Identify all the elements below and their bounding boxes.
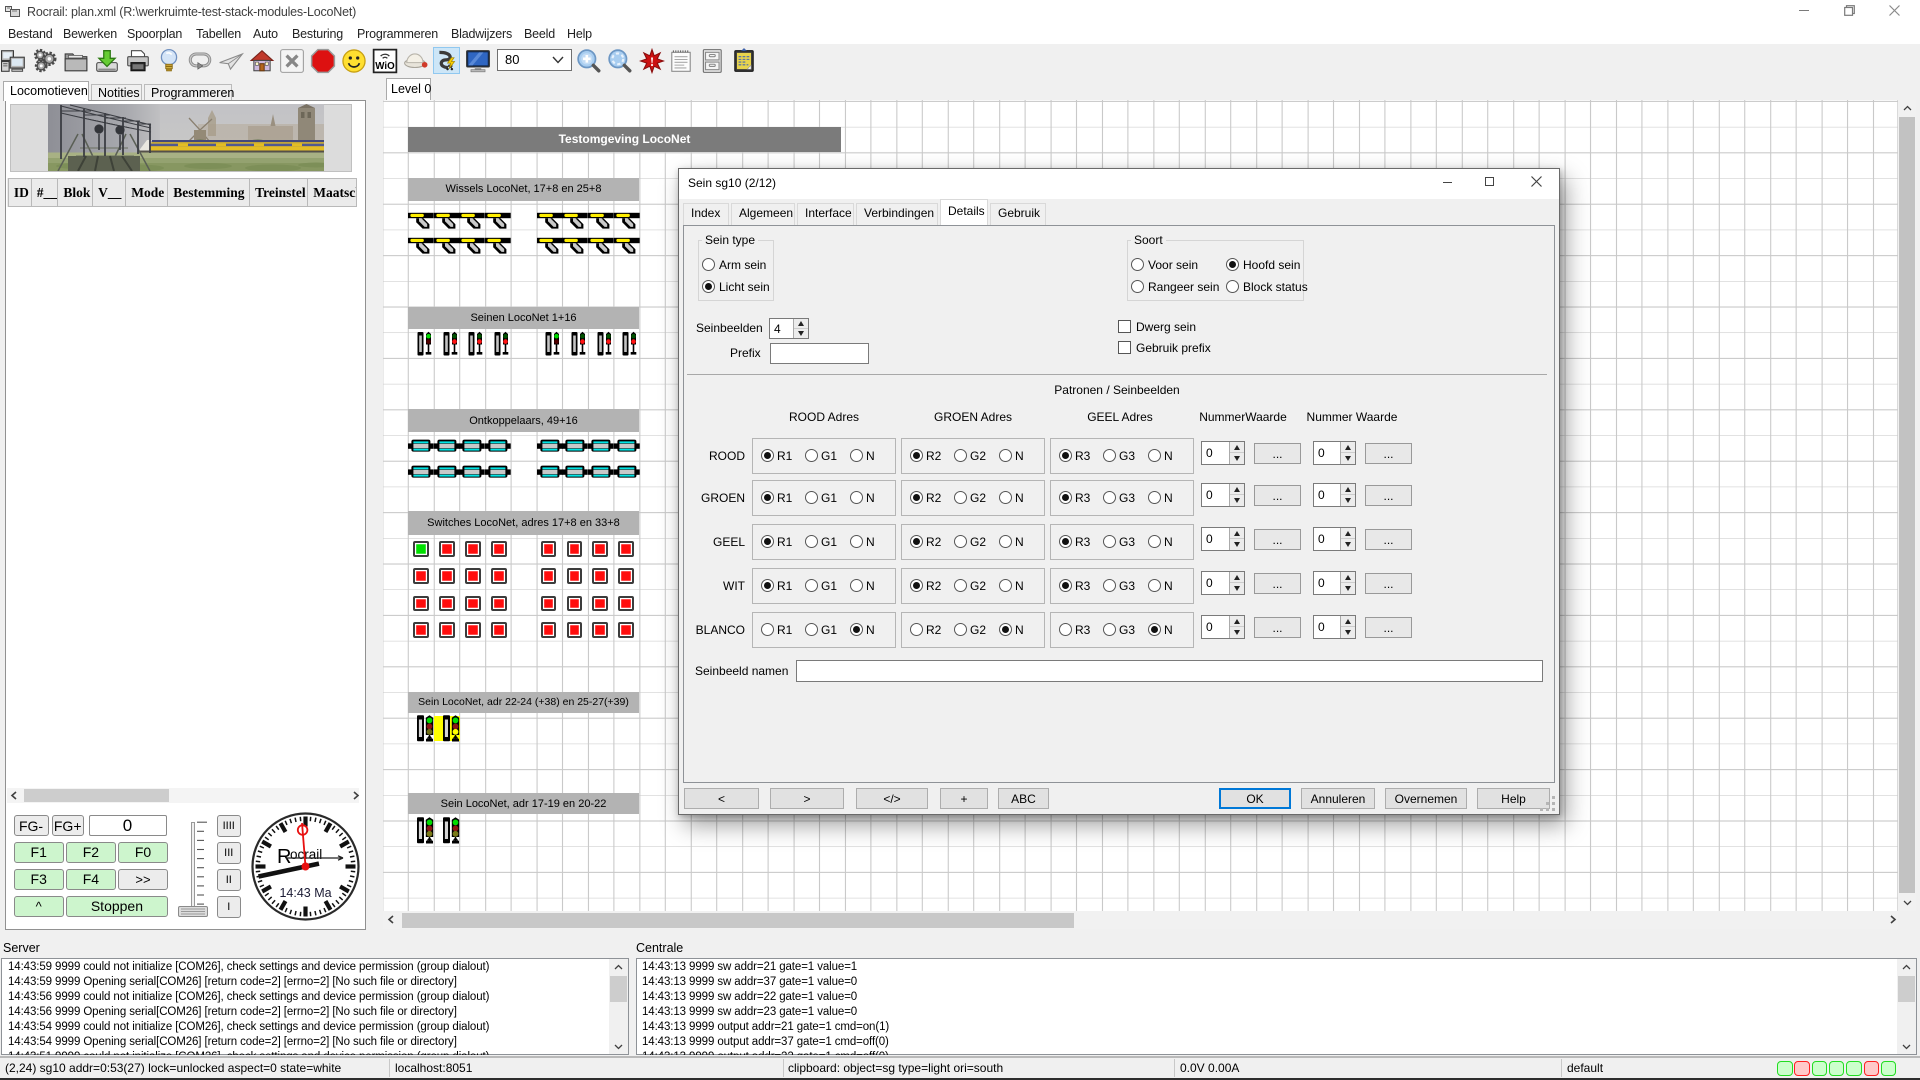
svg-text:14:43 Ma: 14:43 Ma: [279, 886, 331, 900]
svg-text:ocrail: ocrail: [290, 847, 322, 862]
svg-text:WiO: WiO: [375, 61, 395, 72]
svg-text:!: !: [650, 54, 654, 69]
